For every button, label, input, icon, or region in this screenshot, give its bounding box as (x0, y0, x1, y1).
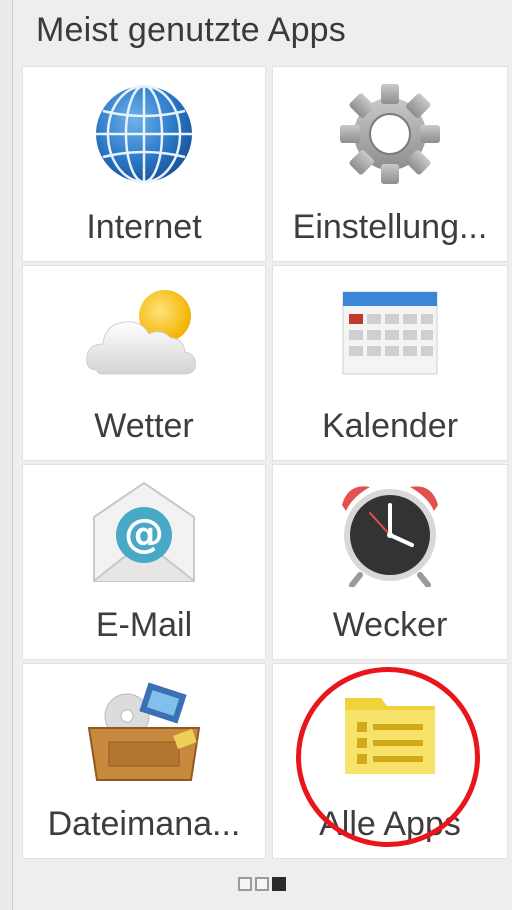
app-tile-all-apps[interactable]: Alle Apps (272, 663, 508, 859)
section-title: Meist genutzte Apps (36, 10, 346, 49)
app-tile-internet[interactable]: Internet (22, 66, 266, 262)
globe-icon (79, 79, 209, 189)
page-dot-active[interactable] (272, 877, 286, 891)
app-label: Wetter (94, 407, 194, 445)
app-tile-settings[interactable]: Einstellung... (272, 66, 508, 262)
all-apps-folder-icon (325, 676, 455, 786)
app-label: Dateimana... (47, 805, 241, 843)
app-label: Kalender (321, 407, 459, 445)
app-grid: Internet Einstellung... Wetter Kalender … (22, 66, 508, 859)
page-dot[interactable] (238, 877, 252, 891)
gear-icon (325, 79, 455, 189)
app-label: Alle Apps (319, 805, 461, 843)
calendar-icon (325, 278, 455, 388)
app-label: Einstellung... (292, 208, 488, 246)
file-manager-box-icon (79, 676, 209, 786)
svg-text:@: @ (124, 511, 164, 557)
app-label: E-Mail (95, 606, 193, 644)
email-envelope-icon: @ (79, 477, 209, 587)
app-tile-calendar[interactable]: Kalender (272, 265, 508, 461)
app-tile-alarm[interactable]: Wecker (272, 464, 508, 660)
alarm-clock-icon (325, 477, 455, 587)
app-tile-email[interactable]: @ E-Mail (22, 464, 266, 660)
weather-cloud-sun-icon (79, 278, 209, 388)
page-dot[interactable] (255, 877, 269, 891)
page-indicator (12, 858, 512, 910)
app-label: Internet (86, 208, 202, 246)
app-tile-file-manager[interactable]: Dateimana... (22, 663, 266, 859)
app-tile-weather[interactable]: Wetter (22, 265, 266, 461)
app-label: Wecker (332, 606, 448, 644)
